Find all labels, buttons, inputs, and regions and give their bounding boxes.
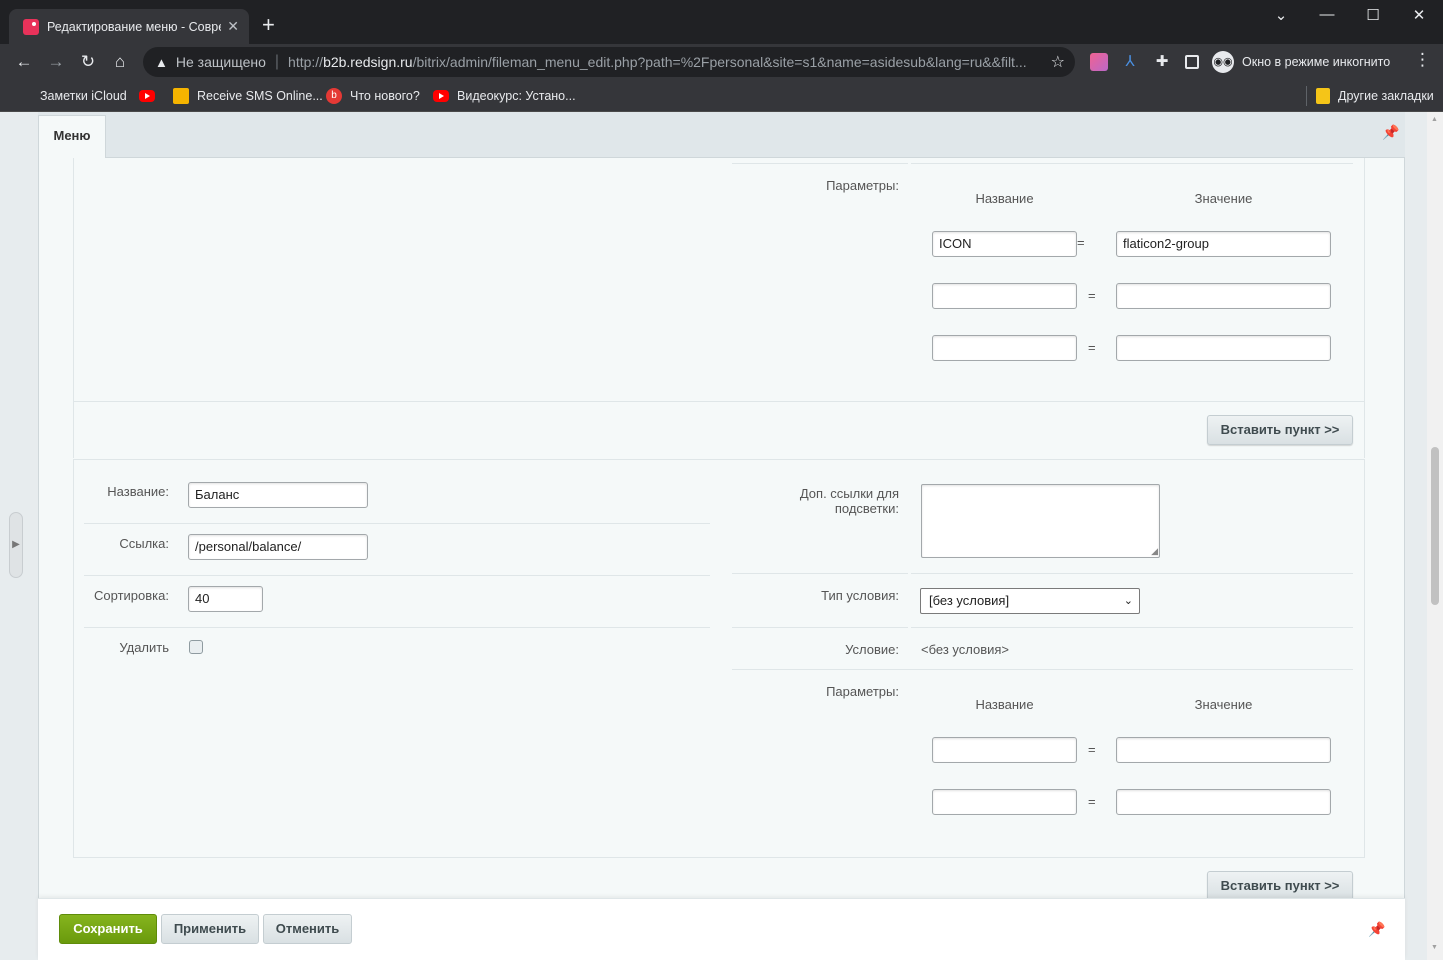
pin-icon[interactable]: 📌 xyxy=(1382,124,1399,141)
page-scrollbar[interactable]: ▲ ▼ xyxy=(1427,112,1443,960)
param-value-input[interactable]: flaticon2-group xyxy=(1116,231,1331,257)
tab-search-icon[interactable]: ⌄ xyxy=(1258,6,1304,24)
item-sort-input[interactable]: 40 xyxy=(188,586,263,612)
param-value-input[interactable] xyxy=(1116,335,1331,361)
side-panel-icon[interactable] xyxy=(1185,55,1199,69)
back-icon[interactable]: ← xyxy=(12,50,36,74)
param-value-input[interactable] xyxy=(1116,283,1331,309)
incognito-badge[interactable]: ◉◉ Окно в режиме инкогнито xyxy=(1212,48,1390,76)
scroll-down-icon[interactable]: ▼ xyxy=(1431,944,1438,951)
equals-sign: = xyxy=(1088,340,1096,355)
youtube-icon xyxy=(139,90,155,102)
condition-label: Условие: xyxy=(845,642,899,657)
pin-icon[interactable]: 📌 xyxy=(1368,921,1385,938)
condition-type-label: Тип условия: xyxy=(821,588,899,603)
side-panel-toggle[interactable]: ▶ xyxy=(9,512,23,578)
cancel-button[interactable]: Отменить xyxy=(263,914,352,944)
page-viewport: ▶ Меню 📌 Параметры: Название Значение IC… xyxy=(0,112,1443,960)
condition-value: <без условия> xyxy=(921,642,1010,657)
menu-item-block: Название: Баланс Ссылка: /personal/balan… xyxy=(73,460,1365,857)
link-label: Ссылка: xyxy=(119,536,169,551)
equals-sign: = xyxy=(1088,794,1096,809)
chevron-down-icon: ⌄ xyxy=(1123,595,1133,607)
scroll-thumb[interactable] xyxy=(1431,447,1439,605)
extension-icon[interactable] xyxy=(1090,53,1108,71)
bookmark-whats-new[interactable]: b Что нового? xyxy=(326,86,420,106)
param-value-header: Значение xyxy=(1194,697,1253,712)
extra-links-textarea[interactable]: ◢ xyxy=(921,484,1160,558)
browser-menu-icon[interactable]: ⋮ xyxy=(1414,50,1431,70)
minimize-button[interactable]: — xyxy=(1304,6,1350,23)
item-name-input[interactable]: Баланс xyxy=(188,482,368,508)
name-label: Название: xyxy=(107,484,169,499)
param-name-input[interactable] xyxy=(932,283,1077,309)
bookmarks-bar: Заметки iCloud Receive SMS Online... b Ч… xyxy=(0,80,1443,112)
incognito-label: Окно в режиме инкогнито xyxy=(1242,55,1391,69)
param-value-input[interactable] xyxy=(1116,789,1331,815)
new-tab-button[interactable]: + xyxy=(262,14,275,36)
bookmark-youtube[interactable] xyxy=(139,86,163,106)
close-window-button[interactable]: ✕ xyxy=(1396,6,1442,24)
insert-item-button[interactable]: Вставить пункт >> xyxy=(1207,415,1353,445)
form-footer: Сохранить Применить Отменить 📌 xyxy=(38,898,1405,960)
browser-toolbar: ← → ↻ ⌂ ▲ Не защищено | http://b2b.redsi… xyxy=(0,44,1443,80)
maximize-button[interactable]: ☐ xyxy=(1350,6,1396,24)
scroll-up-icon[interactable]: ▲ xyxy=(1431,116,1438,123)
home-icon[interactable]: ⌂ xyxy=(108,50,132,74)
tab-close-icon[interactable]: ✕ xyxy=(227,18,239,35)
sms-icon xyxy=(173,88,189,104)
param-name-input[interactable]: ICON xyxy=(932,231,1077,257)
sort-label: Сортировка: xyxy=(94,588,169,603)
tab-menu[interactable]: Меню xyxy=(38,115,106,158)
apple-icon xyxy=(16,88,32,104)
browser-tab[interactable]: Редактирование меню - Совре ✕ xyxy=(9,9,249,44)
save-button[interactable]: Сохранить xyxy=(59,914,157,944)
tabs-header: Меню 📌 xyxy=(38,112,1405,158)
security-label: Не защищено xyxy=(175,54,266,70)
menu-item-block: Параметры: Название Значение ICON = flat… xyxy=(73,158,1365,458)
b-logo-icon: b xyxy=(326,88,342,104)
apply-button[interactable]: Применить xyxy=(161,914,259,944)
youtube-icon xyxy=(433,90,449,102)
delete-checkbox[interactable] xyxy=(189,640,203,654)
url-text[interactable]: http://b2b.redsign.ru/bitrix/admin/filem… xyxy=(288,54,1048,70)
param-name-header: Название xyxy=(975,697,1034,712)
extensions-puzzle-icon[interactable]: ✚ xyxy=(1153,53,1171,71)
equals-sign: = xyxy=(1088,288,1096,303)
bookmark-icloud[interactable]: Заметки iCloud xyxy=(16,86,127,106)
param-value-input[interactable] xyxy=(1116,737,1331,763)
equals-sign: = xyxy=(1088,742,1096,757)
reload-icon[interactable]: ↻ xyxy=(76,50,100,74)
warning-icon: ▲ xyxy=(155,54,168,70)
extra-links-label: Доп. ссылки для подсветки: xyxy=(799,486,899,516)
tab-title: Редактирование меню - Совре xyxy=(47,19,222,34)
param-name-input[interactable] xyxy=(932,789,1077,815)
extension-icon[interactable]: ⅄ xyxy=(1121,53,1139,71)
item-link-input[interactable]: /personal/balance/ xyxy=(188,534,368,560)
bookmark-receive-sms[interactable]: Receive SMS Online... xyxy=(173,86,323,106)
resize-grip-icon[interactable]: ◢ xyxy=(1151,547,1158,556)
forward-icon[interactable]: → xyxy=(44,50,68,74)
incognito-icon: ◉◉ xyxy=(1212,51,1234,73)
equals-sign: = xyxy=(1077,235,1085,250)
other-bookmarks[interactable]: Другие закладки xyxy=(1316,86,1434,106)
delete-label: Удалить xyxy=(119,640,169,655)
param-value-header: Значение xyxy=(1194,191,1253,206)
browser-tab-bar: Редактирование меню - Совре ✕ + ⌄ — ☐ ✕ xyxy=(0,0,1443,44)
bookmark-star-icon[interactable]: ☆ xyxy=(1051,52,1065,72)
param-name-input[interactable] xyxy=(932,335,1077,361)
param-name-input[interactable] xyxy=(932,737,1077,763)
params-label: Параметры: xyxy=(826,684,899,699)
folder-icon xyxy=(1316,88,1330,104)
menu-edit-form: Параметры: Название Значение ICON = flat… xyxy=(38,158,1405,902)
param-name-header: Название xyxy=(975,191,1034,206)
tab-favicon-icon xyxy=(23,18,39,35)
params-label: Параметры: xyxy=(826,178,899,193)
bookmark-videocourse[interactable]: Видеокурс: Устано... xyxy=(433,86,576,106)
insert-item-button[interactable]: Вставить пункт >> xyxy=(1207,871,1353,901)
condition-type-select[interactable]: [без условия] ⌄ xyxy=(920,588,1140,614)
address-bar[interactable]: ▲ Не защищено | http://b2b.redsign.ru/bi… xyxy=(143,47,1075,77)
